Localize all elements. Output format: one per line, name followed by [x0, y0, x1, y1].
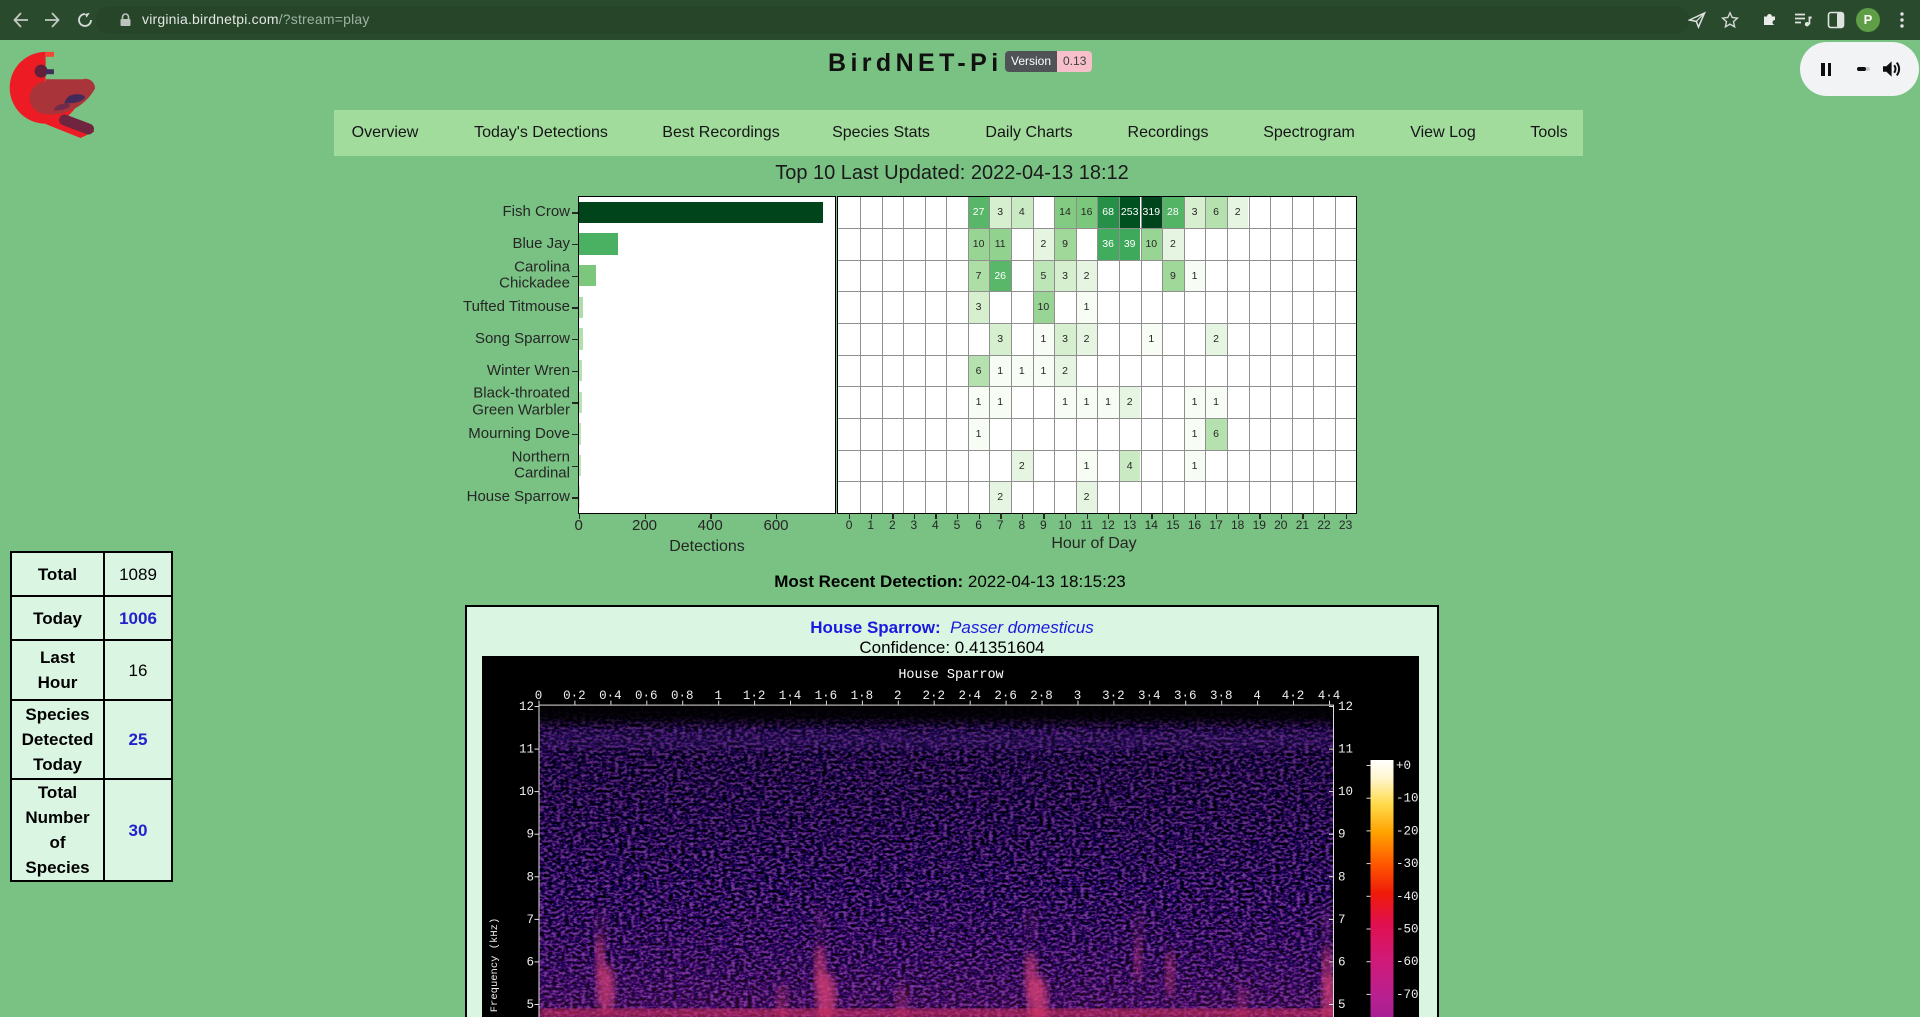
- svg-text:-30: -30: [1396, 857, 1419, 871]
- svg-text:6: 6: [1338, 955, 1346, 969]
- svg-text:-50: -50: [1396, 923, 1419, 937]
- svg-text:9: 9: [1338, 828, 1346, 842]
- svg-text:10: 10: [1338, 785, 1353, 799]
- svg-text:0·6: 0·6: [635, 689, 658, 703]
- svg-text:3·8: 3·8: [1210, 689, 1233, 703]
- svg-text:12: 12: [519, 700, 534, 714]
- svg-text:5: 5: [526, 998, 534, 1012]
- svg-text:10: 10: [519, 785, 534, 799]
- svg-text:5: 5: [1338, 998, 1346, 1012]
- svg-text:+0: +0: [1396, 759, 1411, 773]
- svg-text:8: 8: [526, 870, 534, 884]
- svg-text:7: 7: [526, 913, 534, 927]
- svg-text:-20: -20: [1396, 824, 1419, 838]
- svg-text:11: 11: [519, 743, 534, 757]
- svg-text:Frequency (kHz): Frequency (kHz): [489, 918, 501, 1013]
- svg-text:7: 7: [1338, 913, 1346, 927]
- svg-text:-10: -10: [1396, 792, 1419, 806]
- svg-text:9: 9: [526, 828, 534, 842]
- svg-text:-40: -40: [1396, 890, 1419, 904]
- svg-text:1·2: 1·2: [743, 689, 766, 703]
- svg-text:3·6: 3·6: [1174, 689, 1197, 703]
- svg-text:6: 6: [526, 955, 534, 969]
- svg-text:House Sparrow: House Sparrow: [898, 668, 1003, 683]
- svg-text:8: 8: [1338, 870, 1346, 884]
- svg-text:12: 12: [1338, 700, 1353, 714]
- svg-text:11: 11: [1338, 743, 1353, 757]
- svg-text:-60: -60: [1396, 955, 1419, 969]
- svg-text:-70: -70: [1396, 988, 1419, 1002]
